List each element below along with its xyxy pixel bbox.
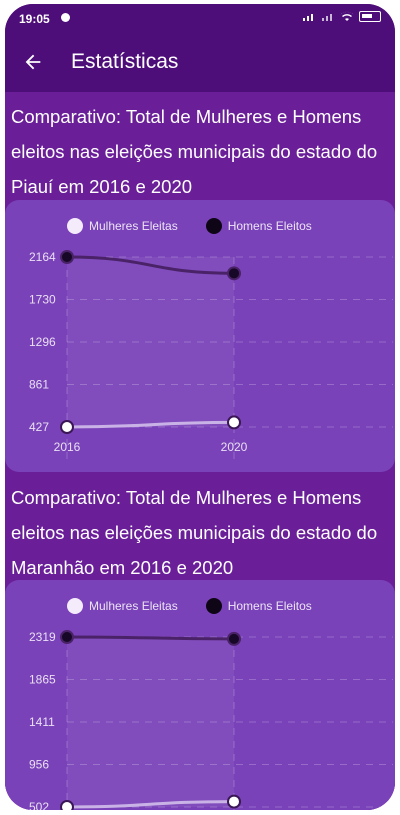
data-point-women xyxy=(60,420,74,434)
legend-item-men[interactable]: Homens Eleitos xyxy=(205,598,312,614)
wifi-icon xyxy=(340,11,354,21)
app-bar: Estatísticas xyxy=(5,32,395,92)
y-tick-label: 956 xyxy=(29,758,49,772)
x-tick-label: 2016 xyxy=(54,440,81,454)
data-point-men xyxy=(227,266,241,281)
line-chart-piaui: 2164 1730 1296 861 427 2016 2020 xyxy=(29,250,393,465)
legend-label-women: Mulheres Eleitas xyxy=(89,599,178,613)
legend-label-women: Mulheres Eleitas xyxy=(89,219,178,233)
y-tick-label: 1411 xyxy=(29,715,55,729)
y-tick-label: 427 xyxy=(29,420,49,434)
status-time: 19:05 xyxy=(19,12,50,26)
legend-dot-men xyxy=(205,218,222,234)
status-bar: 19:05 xyxy=(5,4,395,32)
x-tick-label: 2020 xyxy=(221,440,248,454)
chart-card-maranhao: 23191865141195650220162020 Mulheres Elei… xyxy=(5,580,395,810)
data-point-men xyxy=(60,630,74,644)
y-tick-label: 861 xyxy=(29,378,49,392)
chart-legend: Mulheres Eleitas Homens Eleitos xyxy=(67,218,312,234)
y-tick-label: 502 xyxy=(29,800,49,810)
data-point-men xyxy=(227,631,241,646)
data-point-women xyxy=(227,794,241,809)
signal-icon-2 xyxy=(322,14,332,21)
status-icons xyxy=(302,11,381,22)
arrow-left-icon xyxy=(25,54,41,70)
legend-dot-women xyxy=(67,218,83,234)
legend-item-women[interactable]: Mulheres Eleitas xyxy=(67,598,178,614)
phone-screen: 19:05 Estatísticas Comparativo: Total de… xyxy=(5,4,395,810)
page-title: Estatísticas xyxy=(71,50,179,73)
legend-dot-men xyxy=(205,598,222,614)
line-chart-maranhao: 23191865141195650220162020 xyxy=(29,630,393,810)
back-button[interactable] xyxy=(5,32,61,92)
section-title-maranhao: Comparativo: Total de Mulheres e Homens … xyxy=(11,487,378,578)
data-point-men xyxy=(60,250,74,264)
y-tick-label: 2164 xyxy=(29,250,56,264)
data-point-women xyxy=(227,415,241,430)
legend-label-men: Homens Eleitos xyxy=(227,599,312,613)
data-point-women xyxy=(60,800,74,810)
chart-card-piaui: 2164 1730 1296 861 427 2016 2020 Mulheres Elei… xyxy=(5,200,395,472)
legend-item-women[interactable]: Mulheres Eleitas xyxy=(67,218,178,234)
battery-icon xyxy=(359,11,381,22)
legend-label-men: Homens Eleitos xyxy=(227,219,312,233)
chart-legend: Mulheres Eleitas Homens Eleitos xyxy=(67,598,312,614)
legend-item-men[interactable]: Homens Eleitos xyxy=(205,218,312,234)
section-title-piaui: Comparativo: Total de Mulheres e Homens … xyxy=(11,106,378,197)
y-tick-label: 2319 xyxy=(29,630,56,644)
y-tick-label: 1296 xyxy=(29,335,56,349)
signal-icon xyxy=(303,14,313,21)
statistics-content[interactable]: Comparativo: Total de Mulheres e Homens … xyxy=(5,92,395,810)
notification-icon xyxy=(61,13,70,22)
y-tick-label: 1865 xyxy=(29,673,56,687)
y-tick-label: 1730 xyxy=(29,293,56,307)
legend-dot-women xyxy=(67,598,83,614)
